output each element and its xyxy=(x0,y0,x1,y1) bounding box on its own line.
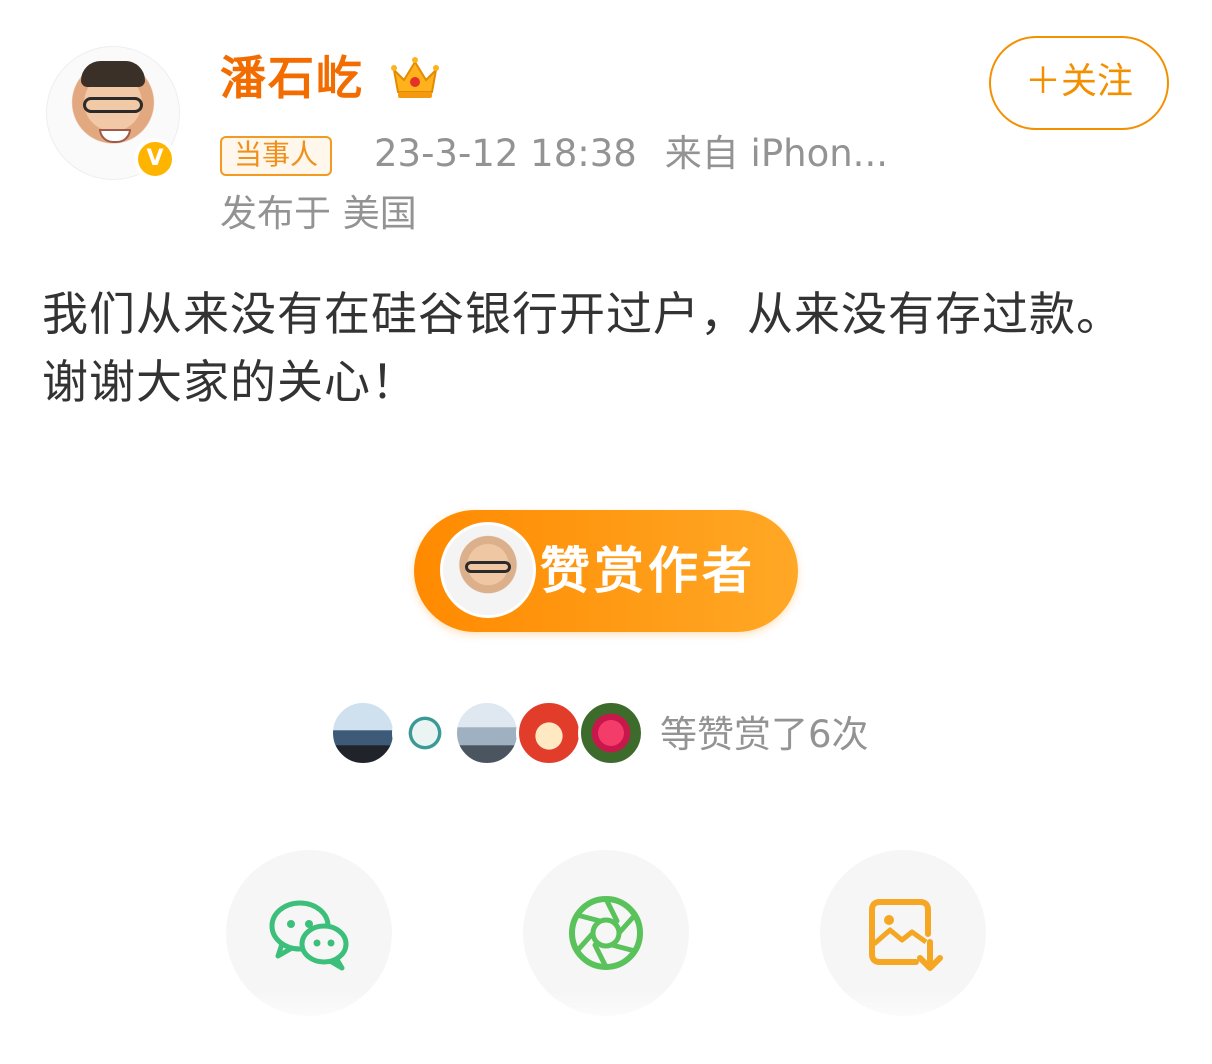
supporter-avatar[interactable] xyxy=(516,700,582,766)
avatar-glasses xyxy=(83,97,143,113)
save-image-button[interactable] xyxy=(820,850,986,1016)
supporter-avatar[interactable] xyxy=(392,700,458,766)
save-image-icon xyxy=(869,899,943,971)
avatar-mouth xyxy=(99,129,131,143)
follow-button[interactable]: ＋关注 xyxy=(989,36,1169,130)
wechat-icon xyxy=(269,900,349,971)
avatar-glasses xyxy=(465,561,511,573)
role-tag: 当事人 xyxy=(220,136,333,176)
post-location: 发布于 美国 xyxy=(220,192,417,235)
supporter-avatar[interactable] xyxy=(578,700,644,766)
reward-button-label: 赞赏作者 xyxy=(540,542,756,600)
supporter-avatar[interactable] xyxy=(454,700,520,766)
avatar-hair xyxy=(81,61,145,87)
post-meta: 23-3-12 18:38 来自 iPhon... xyxy=(374,128,888,180)
crown-icon xyxy=(391,57,439,98)
share-moments-button[interactable] xyxy=(523,850,689,1016)
reward-summary[interactable]: 等赞赏了6次 xyxy=(660,710,869,760)
supporter-avatar[interactable] xyxy=(330,700,396,766)
post-text: 我们从来没有在硅谷银行开过户，从来没有存过款。谢谢大家的关心！ xyxy=(42,287,1123,409)
post-source: 来自 iPhon... xyxy=(664,132,888,175)
verified-badge-icon: V xyxy=(134,138,176,180)
post-timestamp: 23-3-12 18:38 xyxy=(374,132,637,175)
author-name[interactable]: 潘石屹 xyxy=(220,48,364,108)
moments-icon xyxy=(569,896,643,970)
reward-author-button[interactable]: 赞赏作者 xyxy=(414,510,798,632)
share-wechat-button[interactable] xyxy=(226,850,392,1016)
reward-author-avatar xyxy=(440,522,536,618)
